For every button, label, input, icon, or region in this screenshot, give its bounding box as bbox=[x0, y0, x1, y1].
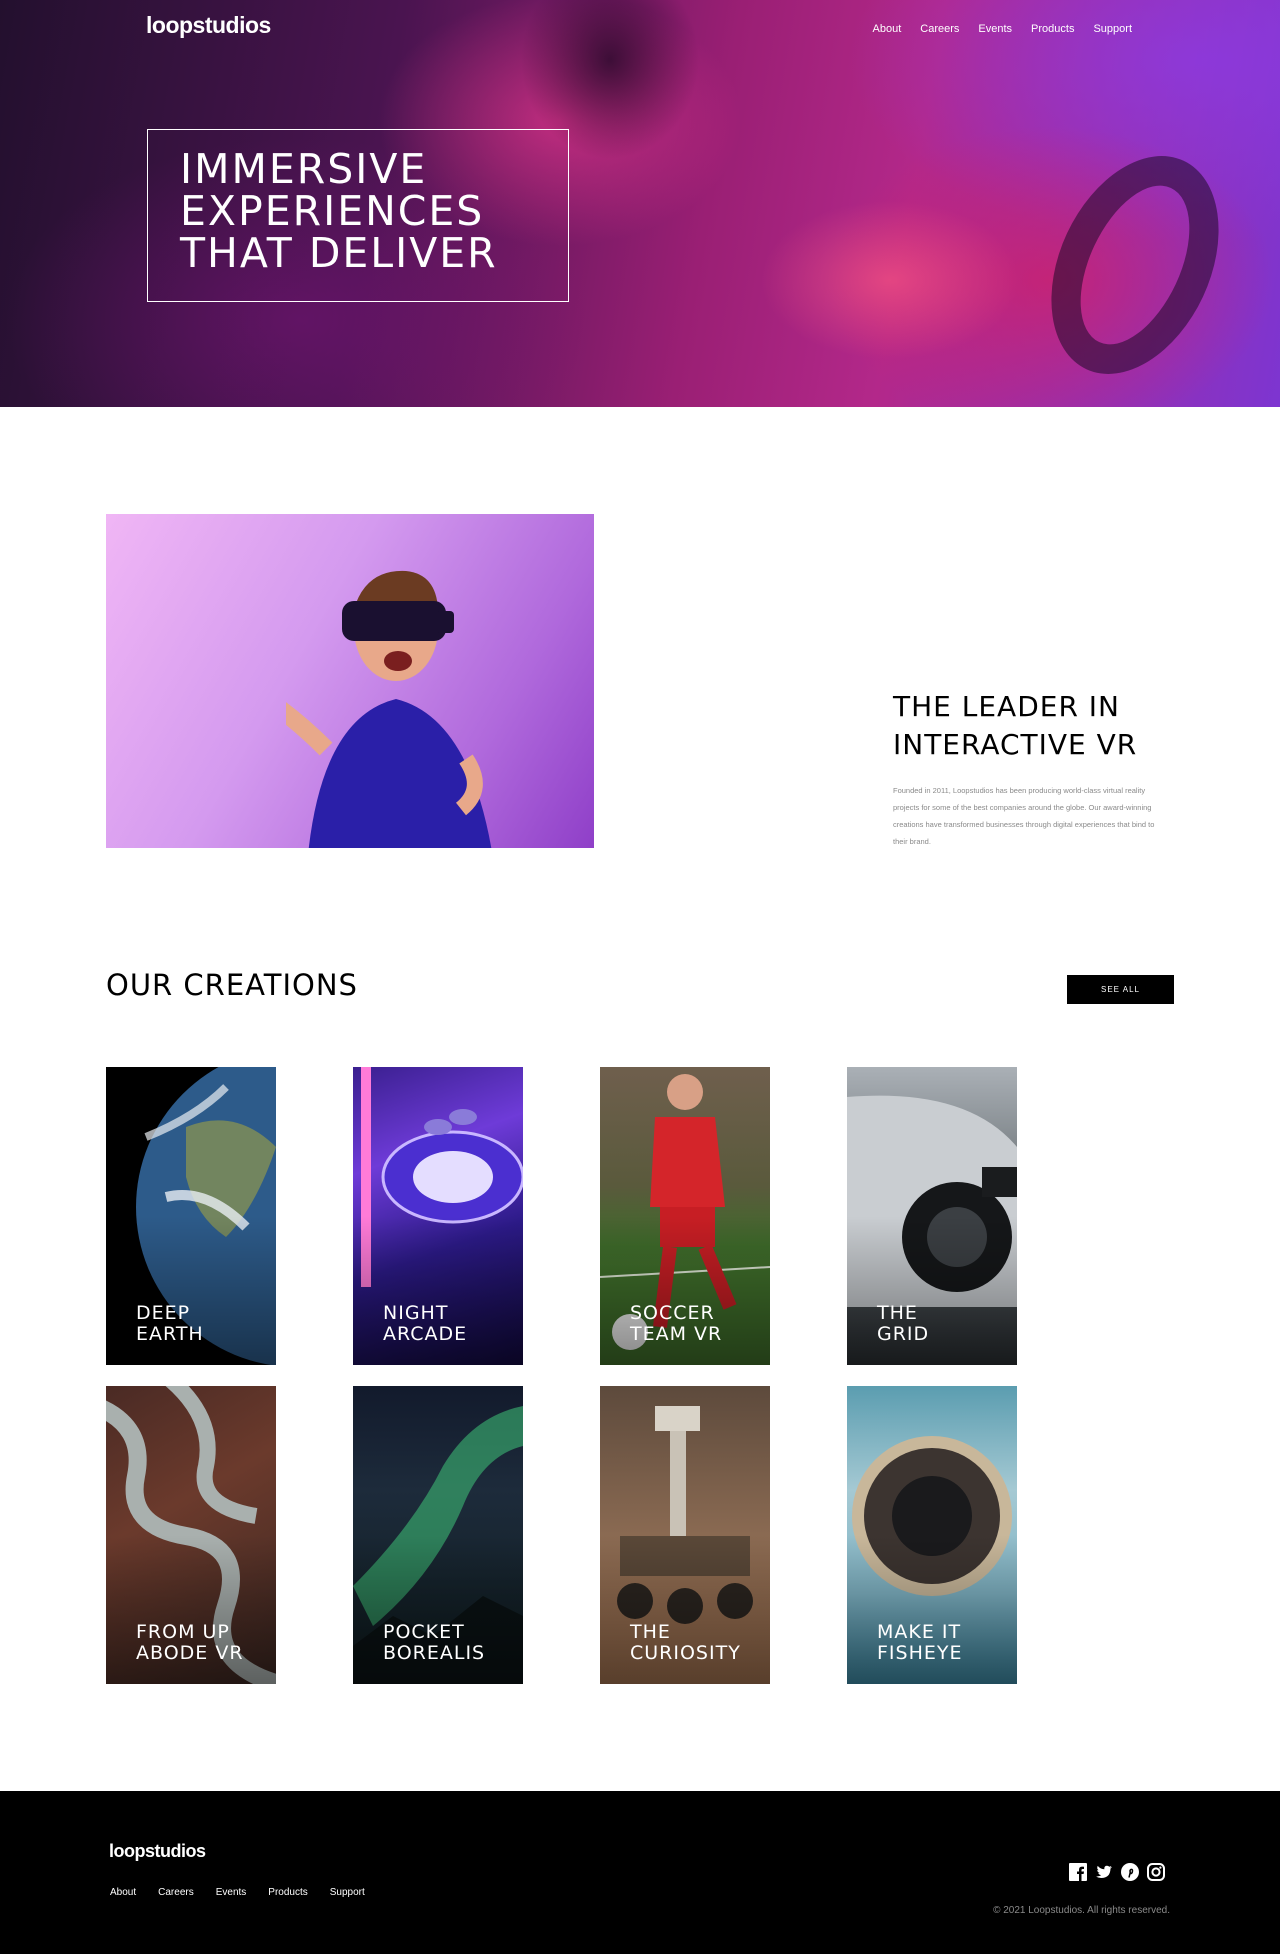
facebook-icon[interactable] bbox=[1069, 1863, 1087, 1881]
instagram-icon[interactable] bbox=[1147, 1863, 1165, 1881]
creation-card-from-up-abode-vr[interactable]: FROM UP ABODE VR bbox=[106, 1386, 276, 1684]
creation-card-pocket-borealis[interactable]: POCKET BOREALIS bbox=[353, 1386, 523, 1684]
see-all-button[interactable]: SEE ALL bbox=[1067, 975, 1174, 1004]
card-label: THE GRID bbox=[877, 1302, 930, 1345]
vr-person-image bbox=[106, 514, 594, 848]
creation-card-night-arcade[interactable]: NIGHT ARCADE bbox=[353, 1067, 523, 1365]
card-label: NIGHT ARCADE bbox=[383, 1302, 468, 1345]
footer-logo[interactable]: loopstudios bbox=[109, 1841, 206, 1862]
about-card: THE LEADER IN INTERACTIVE VR Founded in … bbox=[893, 688, 1168, 850]
nav-products[interactable]: Products bbox=[1031, 23, 1074, 35]
card-label: FROM UP ABODE VR bbox=[136, 1621, 244, 1664]
hero-headline-box: IMMERSIVE EXPERIENCES THAT DELIVER bbox=[147, 129, 569, 302]
hero-image-detail bbox=[1018, 129, 1252, 401]
about-title: THE LEADER IN INTERACTIVE VR bbox=[893, 690, 1138, 761]
footer-nav: About Careers Events Products Support bbox=[110, 1887, 387, 1898]
nav-about[interactable]: About bbox=[873, 23, 902, 35]
footer-nav-careers[interactable]: Careers bbox=[158, 1887, 194, 1898]
creation-card-the-curiosity[interactable]: THE CURIOSITY bbox=[600, 1386, 770, 1684]
footer-nav-support[interactable]: Support bbox=[330, 1887, 365, 1898]
hero: loopstudios About Careers Events Product… bbox=[0, 0, 1280, 407]
copyright-text: © 2021 Loopstudios. All rights reserved. bbox=[993, 1905, 1170, 1916]
twitter-icon[interactable] bbox=[1095, 1863, 1113, 1881]
vr-person-illustration bbox=[286, 570, 492, 848]
hero-headline: IMMERSIVE EXPERIENCES THAT DELIVER bbox=[180, 145, 498, 277]
footer-nav-about[interactable]: About bbox=[110, 1887, 136, 1898]
creation-card-deep-earth[interactable]: DEEP EARTH bbox=[106, 1067, 276, 1365]
nav-support[interactable]: Support bbox=[1093, 23, 1132, 35]
card-label: DEEP EARTH bbox=[136, 1302, 204, 1345]
card-label: THE CURIOSITY bbox=[630, 1621, 741, 1664]
card-label: MAKE IT FISHEYE bbox=[877, 1621, 963, 1664]
creation-card-make-it-fisheye[interactable]: MAKE IT FISHEYE bbox=[847, 1386, 1017, 1684]
creations-title: OUR CREATIONS bbox=[106, 968, 358, 1002]
main-nav: About Careers Events Products Support bbox=[854, 23, 1132, 35]
social-links bbox=[1069, 1863, 1165, 1881]
footer-nav-products[interactable]: Products bbox=[268, 1887, 307, 1898]
card-label: SOCCER TEAM VR bbox=[630, 1302, 723, 1345]
nav-careers[interactable]: Careers bbox=[920, 23, 959, 35]
creation-card-the-grid[interactable]: THE GRID bbox=[847, 1067, 1017, 1365]
pinterest-icon[interactable] bbox=[1121, 1863, 1139, 1881]
nav-events[interactable]: Events bbox=[978, 23, 1012, 35]
card-label: POCKET BOREALIS bbox=[383, 1621, 486, 1664]
hero-image-detail bbox=[760, 200, 1020, 360]
footer-nav-events[interactable]: Events bbox=[216, 1887, 247, 1898]
about-body: Founded in 2011, Loopstudios has been pr… bbox=[893, 786, 1155, 846]
creation-card-soccer-team-vr[interactable]: SOCCER TEAM VR bbox=[600, 1067, 770, 1365]
logo[interactable]: loopstudios bbox=[146, 12, 271, 39]
footer: loopstudios About Careers Events Product… bbox=[0, 1791, 1280, 1954]
